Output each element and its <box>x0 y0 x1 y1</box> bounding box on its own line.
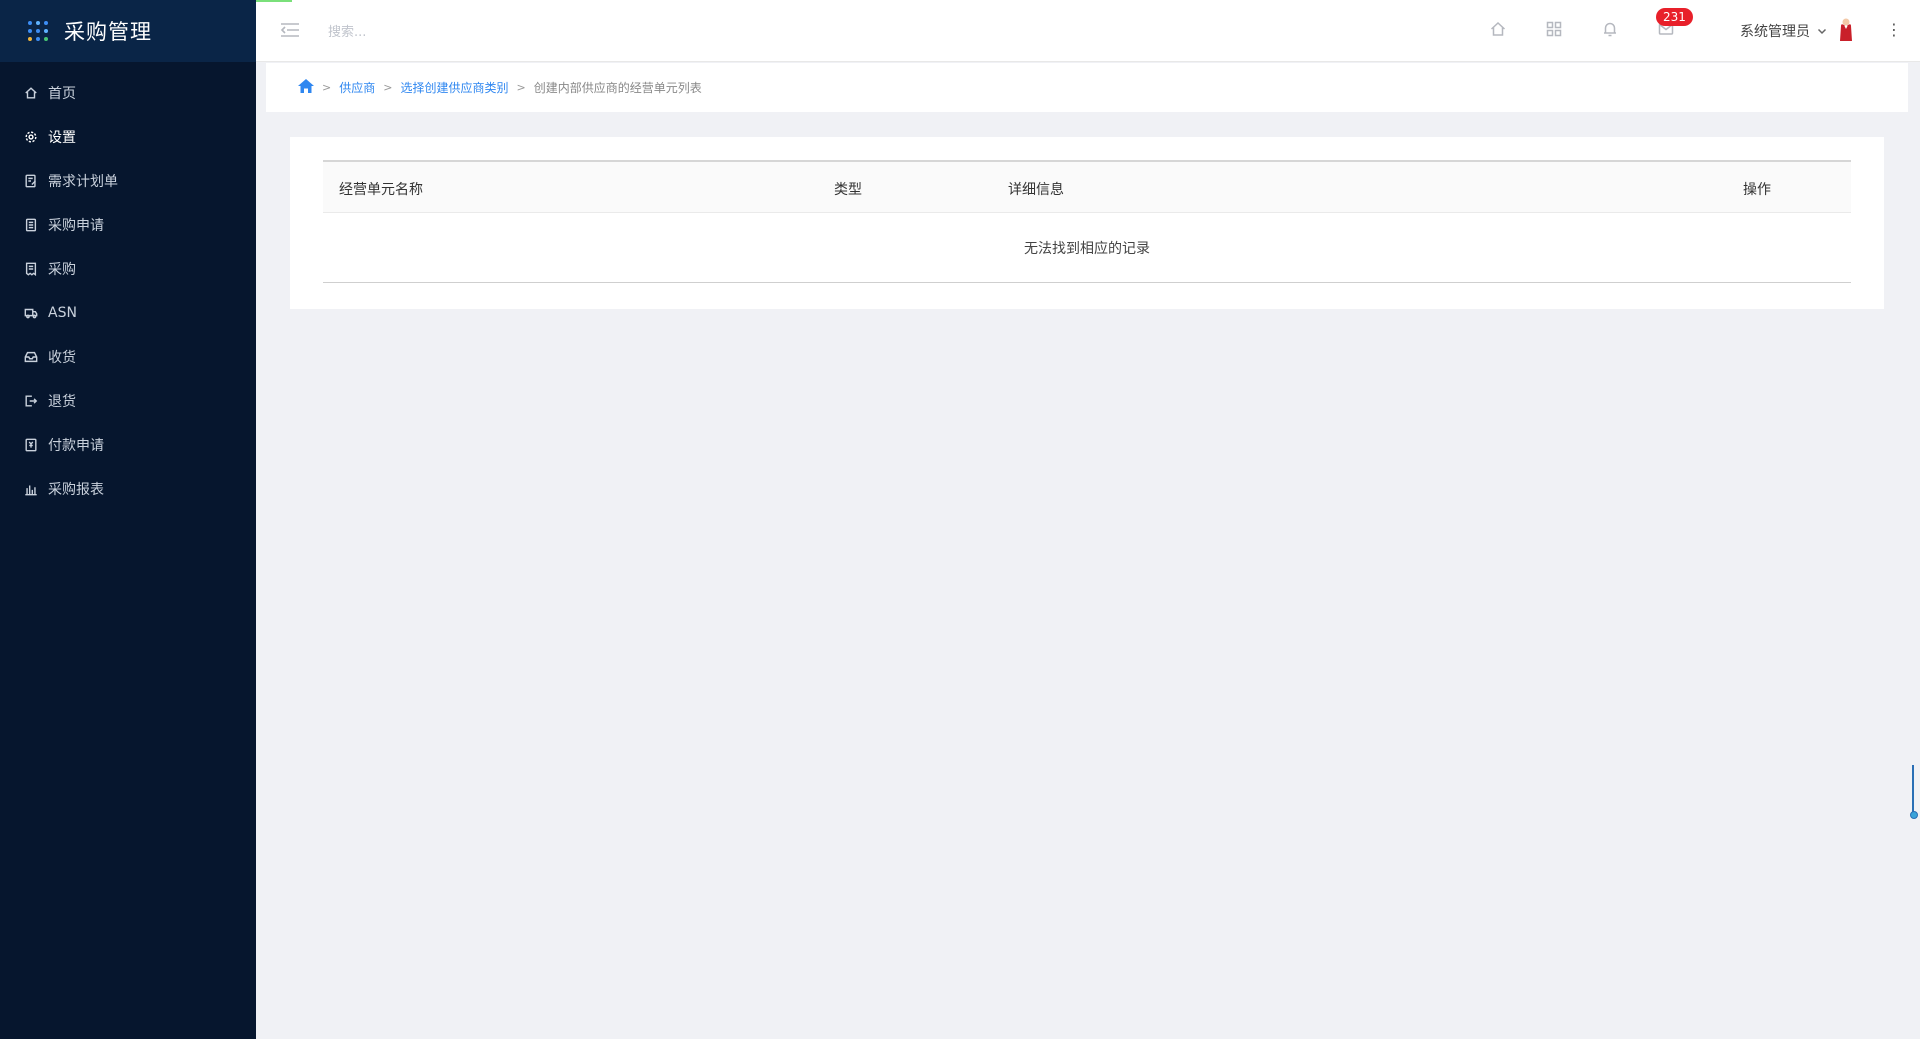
apps-grid-icon[interactable] <box>28 21 48 41</box>
sidebar-item-label: ASN <box>48 305 77 321</box>
sidebar-toggle-button[interactable] <box>280 21 300 39</box>
scroll-indicator[interactable] <box>1910 765 1918 821</box>
top-header: 231 系统管理员 ⋮ <box>256 0 1920 62</box>
menu-collapse-icon <box>280 23 299 37</box>
brand: 采购管理 <box>0 0 256 62</box>
sidebar-item-home[interactable]: 首页 <box>0 71 256 115</box>
empty-message: 无法找到相应的记录 <box>323 213 1851 283</box>
sidebar-item-label: 首页 <box>48 86 76 102</box>
sidebar-item-label: 付款申请 <box>48 438 104 454</box>
sidebar-item-label: 收货 <box>48 350 76 366</box>
loading-bar <box>256 0 292 2</box>
sidebar-item-label: 退货 <box>48 394 76 410</box>
edit-doc-icon <box>24 174 38 188</box>
sidebar-menu: 首页 设置 需求计划单 采购申请 采购 ASN 收货 退货 付款申请 采购报表 <box>0 62 256 511</box>
chevron-down-icon[interactable] <box>1816 22 1828 35</box>
breadcrumb-link-select-category[interactable]: 选择创建供应商类别 <box>400 79 508 96</box>
user-name[interactable]: 系统管理员 <box>1740 21 1810 41</box>
sidebar-item-label: 采购 <box>48 262 76 278</box>
sidebar: 采购管理 首页 设置 需求计划单 采购申请 采购 ASN 收货 退货 付款申请 … <box>0 0 256 1039</box>
breadcrumb-link-supplier[interactable]: 供应商 <box>339 79 375 96</box>
app-title: 采购管理 <box>64 20 152 44</box>
sidebar-item-demand-plan[interactable]: 需求计划单 <box>0 159 256 203</box>
sidebar-item-label: 设置 <box>48 130 76 146</box>
sidebar-item-payment-request[interactable]: 付款申请 <box>0 423 256 467</box>
logout-icon <box>24 394 38 408</box>
breadcrumb-separator: > <box>516 81 526 94</box>
home-icon[interactable] <box>298 79 314 96</box>
breadcrumb-current: 创建内部供应商的经营单元列表 <box>533 81 702 95</box>
home-icon <box>24 86 38 100</box>
sidebar-item-purchase-request[interactable]: 采购申请 <box>0 203 256 247</box>
column-header-type[interactable]: 类型 <box>834 179 862 199</box>
column-header-details[interactable]: 详细信息 <box>1008 179 1064 199</box>
more-options-icon[interactable]: ⋮ <box>1886 20 1902 39</box>
table-header: 经营单元名称 类型 详细信息 操作 <box>323 160 1851 213</box>
sidebar-item-label: 需求计划单 <box>48 174 118 190</box>
sidebar-item-label: 采购申请 <box>48 218 104 234</box>
bell-icon[interactable] <box>1601 20 1619 38</box>
inbox-icon <box>24 350 38 364</box>
breadcrumb-separator: > <box>383 81 393 94</box>
payment-doc-icon <box>24 438 38 452</box>
search-input[interactable] <box>328 21 568 43</box>
breadcrumb-separator: > <box>322 81 332 94</box>
breadcrumb: > 供应商 > 选择创建供应商类别 > 创建内部供应商的经营单元列表 <box>266 63 1908 112</box>
column-header-actions: 操作 <box>1743 182 1771 198</box>
sidebar-item-settings[interactable]: 设置 <box>0 115 256 159</box>
sidebar-item-receiving[interactable]: 收货 <box>0 335 256 379</box>
clipboard-icon <box>24 218 38 232</box>
column-header-name[interactable]: 经营单元名称 <box>339 179 423 199</box>
sidebar-item-label: 采购报表 <box>48 482 104 498</box>
content-panel: 经营单元名称 类型 详细信息 操作 无法找到相应的记录 <box>290 137 1884 309</box>
receipt-icon <box>24 262 38 276</box>
grid-icon[interactable] <box>1545 20 1563 38</box>
notification-badge: 231 <box>1656 8 1693 26</box>
home-icon[interactable] <box>1489 20 1507 38</box>
sidebar-item-purchase-report[interactable]: 采购报表 <box>0 467 256 511</box>
sidebar-item-return[interactable]: 退货 <box>0 379 256 423</box>
avatar[interactable] <box>1836 17 1856 43</box>
sidebar-item-asn[interactable]: ASN <box>0 291 256 335</box>
bar-chart-icon <box>24 482 38 496</box>
gear-icon <box>24 130 38 144</box>
sidebar-item-purchase[interactable]: 采购 <box>0 247 256 291</box>
business-unit-table: 经营单元名称 类型 详细信息 操作 无法找到相应的记录 <box>323 160 1851 283</box>
truck-icon <box>24 306 38 320</box>
